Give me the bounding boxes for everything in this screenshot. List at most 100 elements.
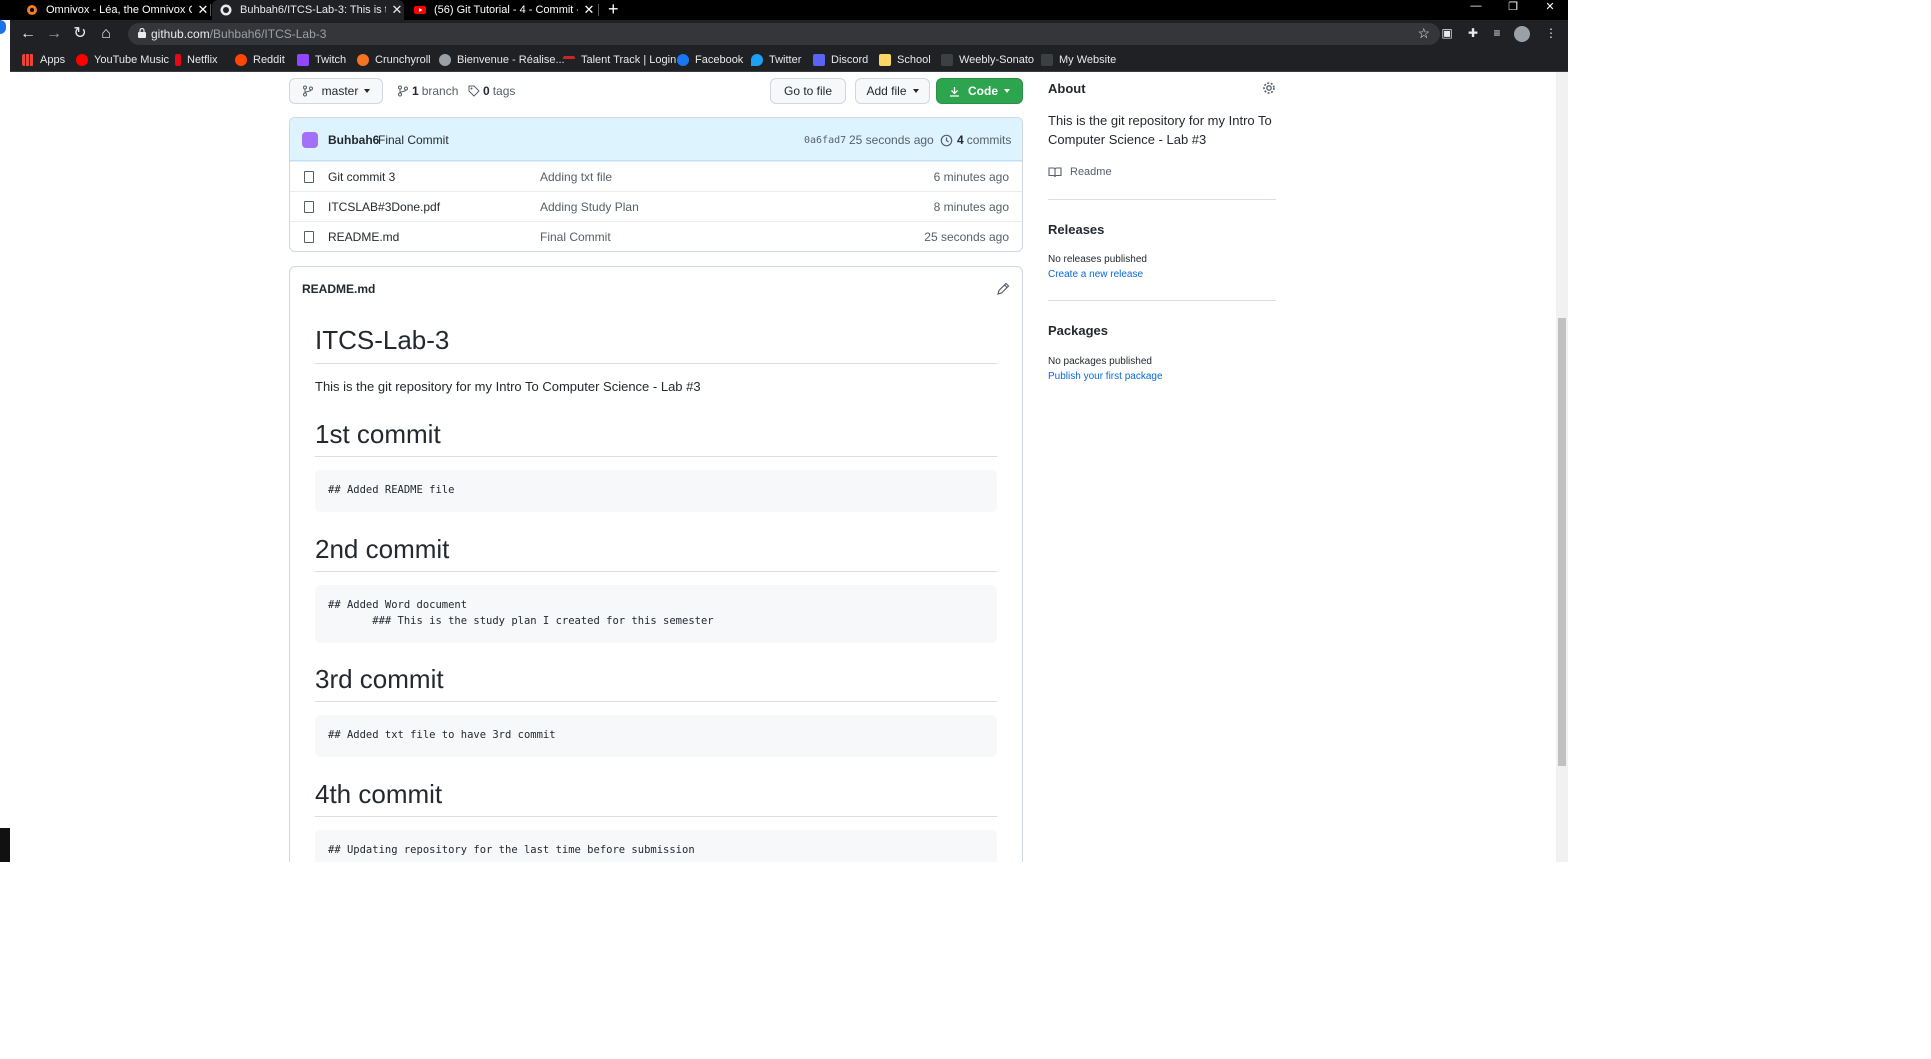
restore-button[interactable]: ❐ [1499,0,1527,14]
tab-github[interactable]: Buhbah6/ITCS-Lab-3: This is the g ✕ [212,0,404,20]
tab-omnivox[interactable]: Omnivox - Léa, the Omnivox Cla ✕ [20,0,210,20]
bookmark-reddit[interactable]: Reddit [235,52,285,68]
tab-close-icon[interactable]: ✕ [196,2,210,18]
media-control-icon[interactable]: ≡ [1488,26,1506,42]
readme-title: ITCS-Lab-3 [315,325,450,355]
commit-author[interactable]: Buhbah6 [328,133,379,147]
code-line: ### This is the study plan I created for… [328,615,714,627]
talent-track-icon [563,56,575,64]
readme-panel: README.md ITCS-Lab-3 This is the git rep… [289,266,1023,862]
close-window-button[interactable]: ✕ [1536,0,1564,14]
section-heading: 1st commit [315,419,441,449]
tab-strip: Omnivox - Léa, the Omnivox Cla ✕ Buhbah6… [0,0,1568,20]
file-name[interactable]: ITCSLAB#3Done.pdf [328,200,440,214]
bookmark-youtube-music[interactable]: YouTube Music [76,52,169,68]
bookmark-my-website[interactable]: My Website [1041,52,1116,68]
commit-time: 25 seconds ago [849,133,934,147]
packages-empty-text: No packages published [1048,356,1152,367]
file-commit-message[interactable]: Final Commit [540,230,611,244]
profile-avatar[interactable] [1514,26,1530,42]
page-scrollbar[interactable] [1556,72,1568,862]
bookmark-school[interactable]: School [879,52,931,68]
discord-icon [813,54,825,66]
address-bar[interactable]: github.com/Buhbah6/ITCS-Lab-3 ☆ [128,23,1440,45]
browser-window: Omnivox - Léa, the Omnivox Cla ✕ Buhbah6… [0,0,1568,862]
bookmark-netflix[interactable]: Netflix [175,52,218,68]
menu-kebab-icon[interactable]: ⋮ [1542,26,1560,42]
about-heading: About [1048,81,1086,96]
tab-close-icon[interactable]: ✕ [582,2,596,18]
tag-label: tags [492,84,516,98]
bookmark-label: School [897,54,931,66]
go-to-file-button[interactable]: Go to file [770,78,846,104]
bookmark-bienvenue[interactable]: Bienvenue - Réalise... [439,52,565,68]
chevron-down-icon [364,89,371,93]
reload-icon[interactable]: ↻ [70,24,90,44]
bookmark-apps[interactable]: Apps [22,52,65,68]
bookmark-facebook[interactable]: Facebook [677,52,743,68]
url-host: github.com [151,27,210,41]
bookmark-discord[interactable]: Discord [813,52,868,68]
bookmark-talent-track[interactable]: Talent Track | Login [563,52,676,68]
file-name[interactable]: README.md [328,230,399,244]
avatar[interactable] [302,132,318,148]
minimize-button[interactable]: — [1462,0,1490,14]
commit-sha[interactable]: 0a6fad7 [804,135,846,146]
bookmark-label: Discord [831,54,869,66]
commit-message[interactable]: Final Commit [378,133,449,147]
bookmark-label: Talent Track | Login [581,54,677,66]
facebook-icon [677,54,689,66]
bookmark-twitter[interactable]: Twitter [751,52,801,68]
file-commit-message[interactable]: Adding Study Plan [540,200,639,214]
tab-close-icon[interactable]: ✕ [390,2,404,18]
code-button[interactable]: Code [936,78,1023,104]
branches-link[interactable]: 1 branch [397,84,458,98]
code-line: ## Added README file [328,484,455,496]
window-left-edge [0,20,10,862]
scrollbar-thumb[interactable] [1558,318,1566,766]
create-release-link[interactable]: Create a new release [1048,269,1143,280]
file-row[interactable]: ITCSLAB#3Done.pdf Adding Study Plan 8 mi… [290,191,1022,221]
readme-filename: README.md [302,282,376,296]
readme-intro: This is the git repository for my Intro … [315,379,701,394]
omnivox-icon [27,5,37,15]
tags-link[interactable]: 0 tags [468,84,515,98]
commit-count: 4 [957,133,964,147]
file-commit-message[interactable]: Adding txt file [540,170,612,184]
add-file-button[interactable]: Add file [855,78,930,104]
code-block: ## Added README file [315,470,997,512]
code-block: ## Added Word document ### This is the s… [315,585,997,643]
bookmark-weebly-sonato[interactable]: Weebly-Sonato [941,52,1034,68]
pencil-edit-icon[interactable] [996,282,1010,296]
gear-icon[interactable] [1262,81,1276,95]
file-icon [304,231,314,243]
file-row[interactable]: Git commit 3 Adding txt file 6 minutes a… [290,161,1022,191]
bookmark-label: Weebly-Sonato [959,54,1035,66]
bookmark-crunchyroll[interactable]: Crunchyroll [357,52,431,68]
new-tab-button[interactable]: + [608,0,619,20]
bookmark-twitch[interactable]: Twitch [297,52,346,68]
packages-heading[interactable]: Packages [1048,323,1108,338]
tab-youtube[interactable]: (56) Git Tutorial - 4 - Commit - Yo ✕ [406,0,596,20]
file-row[interactable]: README.md Final Commit 25 seconds ago [290,221,1022,251]
file-icon [304,201,314,213]
publish-package-link[interactable]: Publish your first package [1048,371,1163,382]
bookmark-star-icon[interactable]: ☆ [1417,25,1430,42]
branch-select-button[interactable]: master [289,78,383,104]
reddit-icon [235,54,247,66]
back-arrow-icon[interactable]: ← [18,24,38,44]
releases-heading[interactable]: Releases [1048,222,1104,237]
heading-rule [315,456,997,457]
crunchyroll-icon [357,54,369,66]
extension-icon[interactable]: ▣ [1438,26,1456,42]
file-name[interactable]: Git commit 3 [328,170,395,184]
tab-title: (56) Git Tutorial - 4 - Commit - Yo [434,4,578,16]
puzzle-extensions-icon[interactable]: ✚ [1464,26,1482,42]
branch-label: branch [421,84,459,98]
home-icon[interactable]: ⌂ [96,24,116,44]
weebly-icon [1041,54,1053,66]
bookmark-label: Reddit [253,54,285,66]
forward-arrow-icon[interactable]: → [44,24,64,44]
readme-link[interactable]: Readme [1048,163,1288,182]
commits-link[interactable]: 4 commits [940,133,1011,147]
